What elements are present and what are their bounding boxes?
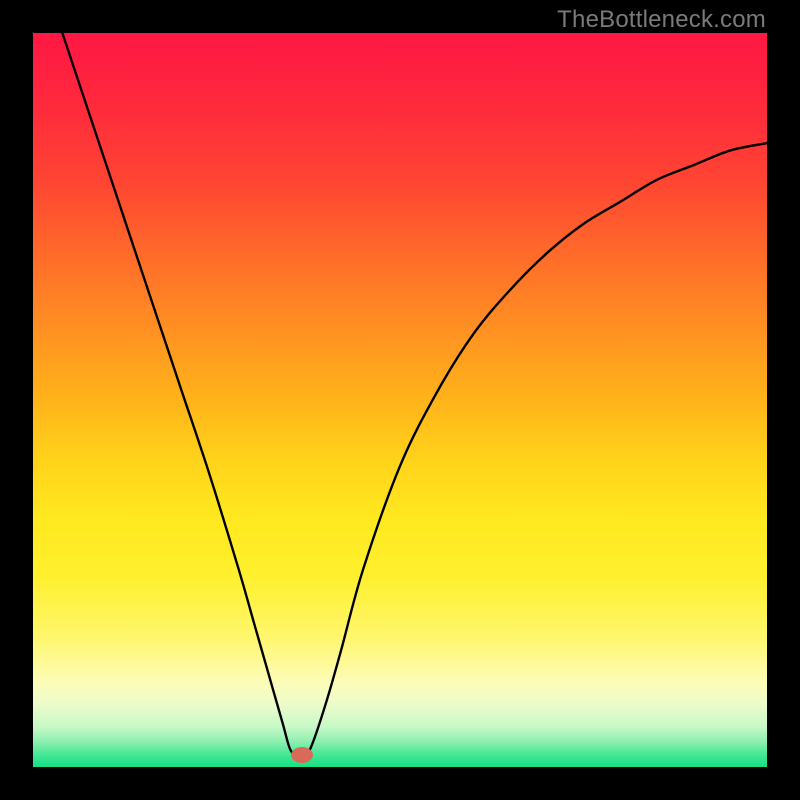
gradient-background <box>33 33 767 767</box>
optimum-marker <box>291 747 313 763</box>
chart-frame: TheBottleneck.com <box>0 0 800 800</box>
chart-svg <box>33 33 767 767</box>
plot-area <box>33 33 767 767</box>
watermark-text: TheBottleneck.com <box>557 6 766 34</box>
